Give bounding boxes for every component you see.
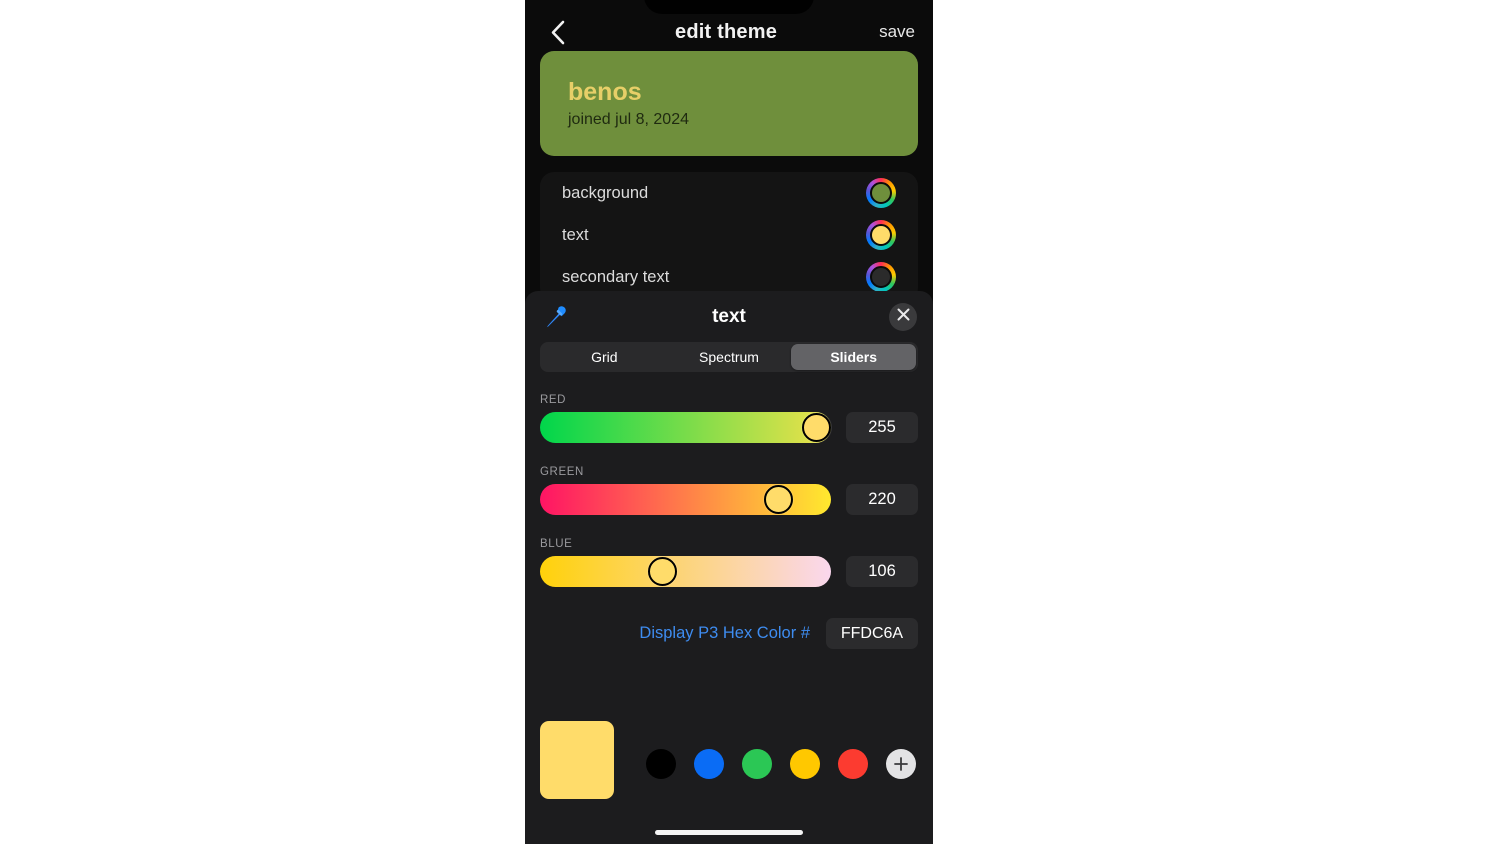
back-button[interactable] [543,17,573,47]
theme-preview-card: benos joined jul 8, 2024 [540,51,918,156]
phone-screen: edit theme save benos joined jul 8, 2024… [525,0,933,844]
picker-mode-tabs: Grid Spectrum Sliders [540,342,918,372]
color-rows-list: background text secondary text [540,172,918,302]
rgb-sliders: RED 255 GREEN 220 BLUE 106 [525,372,933,587]
slider-track-green[interactable] [540,484,831,515]
close-button[interactable] [889,302,917,331]
slider-label-blue: BLUE [540,538,573,550]
color-picker-header: text [525,291,933,342]
color-row-background[interactable]: background [540,172,918,214]
swatch-fill [870,266,892,288]
slider-group-red: RED 255 [540,394,918,443]
slider-track-blue[interactable] [540,556,831,587]
preset-black-swatch[interactable] [646,749,676,779]
preset-blue-swatch[interactable] [694,749,724,779]
swatch-bar [540,721,918,799]
slider-track-fill [540,412,831,443]
color-row-label: text [562,225,589,244]
preset-green-swatch[interactable] [742,749,772,779]
screenshot-root: edit theme save benos joined jul 8, 2024… [0,0,1500,844]
slider-thumb-green[interactable] [764,485,794,514]
color-swatch-text[interactable] [866,220,896,250]
tab-spectrum[interactable]: Spectrum [667,344,792,370]
color-row-label: background [562,183,649,202]
slider-value-green[interactable]: 220 [846,484,918,515]
slider-thumb-red[interactable] [802,413,831,442]
slider-label-red: RED [540,394,567,406]
plus-icon [894,757,908,771]
preset-yellow-swatch[interactable] [790,749,820,779]
swatch-fill [870,224,892,246]
page-title: edit theme [675,20,778,43]
preset-color-list [646,721,916,799]
home-indicator [655,830,803,835]
slider-thumb-blue[interactable] [647,557,677,586]
slider-value-blue[interactable]: 106 [846,556,918,587]
color-swatch-background[interactable] [866,178,896,208]
add-color-button[interactable] [886,749,916,779]
tab-sliders[interactable]: Sliders [791,344,917,370]
color-picker-title: text [712,305,746,327]
slider-value-red[interactable]: 255 [846,412,918,443]
slider-track-red[interactable] [540,412,831,443]
slider-track-fill [540,556,831,587]
tab-grid[interactable]: Grid [542,344,667,370]
hex-color-field[interactable]: FFDC6A [826,618,918,649]
hex-color-row: Display P3 Hex Color # FFDC6A [525,610,933,649]
slider-label-green: GREEN [540,466,584,478]
color-swatch-secondary-text[interactable] [866,262,896,292]
preset-red-swatch[interactable] [838,749,868,779]
close-icon [897,308,910,326]
profile-name: benos [568,78,642,106]
hex-color-label[interactable]: Display P3 Hex Color # [639,624,810,643]
save-button[interactable]: save [879,22,915,42]
eyedropper-icon[interactable] [541,302,571,332]
swatch-fill [870,182,892,204]
profile-joined-date: joined jul 8, 2024 [568,111,689,129]
slider-group-blue: BLUE 106 [540,538,918,587]
color-row-text[interactable]: text [540,214,918,256]
chevron-left-icon [551,20,566,45]
slider-group-green: GREEN 220 [540,466,918,515]
current-color-preview[interactable] [540,721,614,799]
color-row-label: secondary text [562,267,670,286]
color-picker-sheet: text Grid Spectrum Sliders RED 255 GREEN… [525,291,933,844]
